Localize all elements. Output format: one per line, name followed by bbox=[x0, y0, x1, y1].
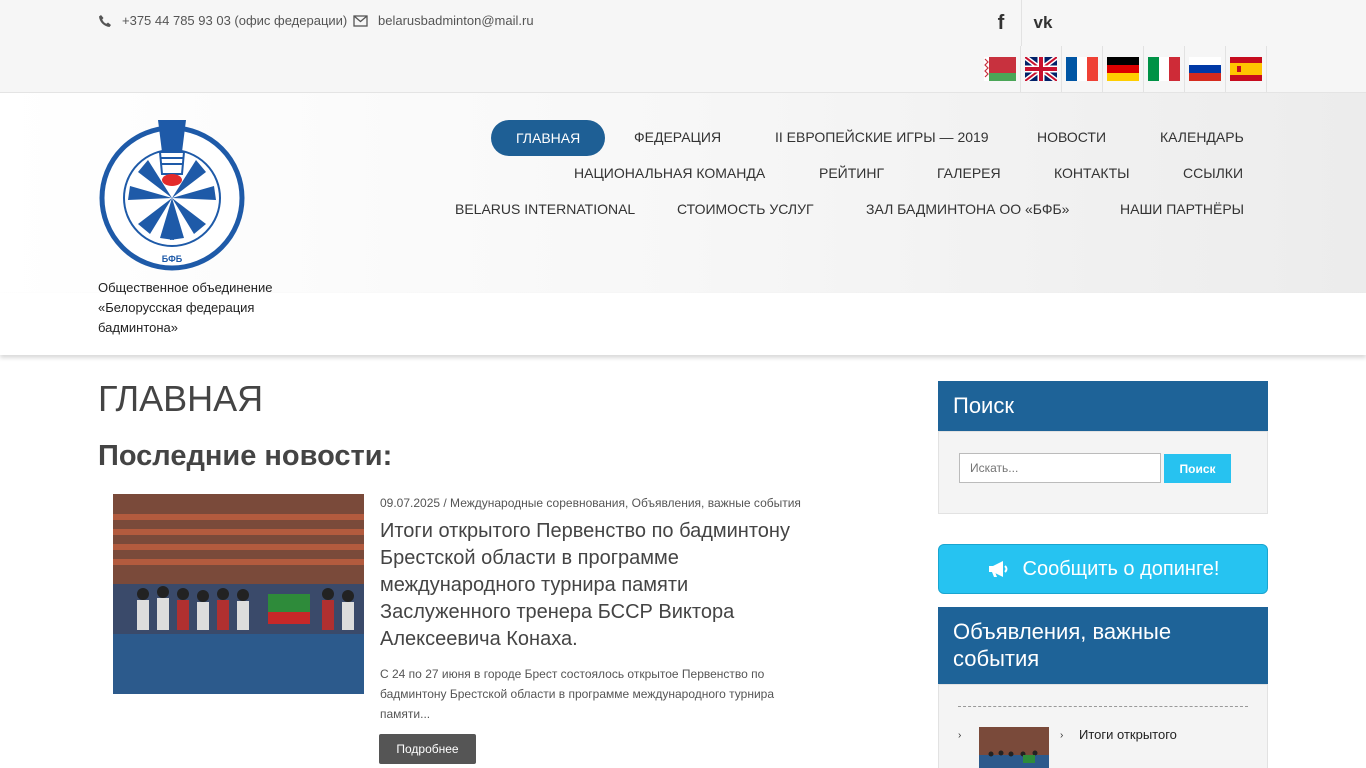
svg-text:БФБ: БФБ bbox=[162, 254, 183, 264]
latest-news-heading: Последние новости: bbox=[98, 440, 393, 472]
spain-flag-icon bbox=[1230, 57, 1262, 81]
federation-logo[interactable]: БФБ bbox=[98, 112, 246, 272]
russia-flag-icon bbox=[1189, 57, 1221, 81]
envelope-icon bbox=[353, 14, 368, 27]
nav-item-european-games[interactable]: II ЕВРОПЕЙСКИЕ ИГРЫ — 2019 bbox=[775, 119, 989, 155]
nav-item-home[interactable]: ГЛАВНАЯ bbox=[491, 120, 606, 156]
facebook-link[interactable]: f bbox=[980, 0, 1022, 46]
nav-item-belarus-international[interactable]: BELARUS INTERNATIONAL bbox=[455, 191, 635, 227]
lang-it[interactable] bbox=[1144, 46, 1185, 92]
nav-item-services-cost[interactable]: СТОИМОСТЬ УСЛУГ bbox=[677, 191, 814, 227]
france-flag-icon bbox=[1066, 57, 1098, 81]
report-doping-button[interactable]: Сообщить о допинге! bbox=[938, 544, 1268, 594]
announcement-link[interactable]: Итоги открытого bbox=[1079, 727, 1177, 742]
nav-item-national-team[interactable]: НАЦИОНАЛЬНАЯ КОМАНДА bbox=[574, 155, 765, 191]
announcement-thumbnail[interactable] bbox=[979, 727, 1049, 768]
nav-item-rating[interactable]: РЕЙТИНГ bbox=[819, 155, 884, 191]
report-doping-label: Сообщить о допинге! bbox=[1022, 557, 1220, 580]
chevron-right-icon: › bbox=[1060, 730, 1064, 741]
vk-icon: vk bbox=[1033, 13, 1053, 32]
search-input[interactable] bbox=[959, 453, 1161, 483]
nav-item-badminton-hall[interactable]: ЗАЛ БАДМИНТОНА ОО «БФБ» bbox=[866, 191, 1069, 227]
nav-item-links[interactable]: ССЫЛКИ bbox=[1183, 155, 1243, 191]
phone-number: +375 44 785 93 03 (офис федерации) bbox=[122, 13, 348, 28]
news-title-link[interactable]: Итоги открытого Первенство по бадминтону… bbox=[380, 518, 800, 653]
facebook-icon: f bbox=[997, 11, 1005, 34]
nav-item-gallery[interactable]: ГАЛЕРЕЯ bbox=[937, 155, 1001, 191]
search-widget-title: Поиск bbox=[938, 381, 1268, 431]
lang-de[interactable] bbox=[1103, 46, 1144, 92]
email-address: belarusbadminton@mail.ru bbox=[378, 13, 534, 28]
news-meta: 09.07.2025 / Международные соревнования,… bbox=[380, 496, 801, 510]
email-contact[interactable]: belarusbadminton@mail.ru bbox=[353, 13, 534, 28]
vk-link[interactable]: vk bbox=[1021, 0, 1064, 46]
belarus-flag-icon bbox=[984, 57, 1016, 81]
italy-flag-icon bbox=[1148, 57, 1180, 81]
lang-be[interactable] bbox=[980, 46, 1021, 92]
nav-item-news[interactable]: НОВОСТИ bbox=[1037, 119, 1106, 155]
lang-fr[interactable] bbox=[1062, 46, 1103, 92]
nav-item-contacts[interactable]: КОНТАКТЫ bbox=[1054, 155, 1130, 191]
chevron-right-icon: › bbox=[958, 730, 962, 741]
lang-es[interactable] bbox=[1226, 46, 1267, 92]
top-bar: +375 44 785 93 03 (офис федерации) belar… bbox=[0, 0, 1366, 93]
lang-ru[interactable] bbox=[1185, 46, 1226, 92]
nav-item-federation[interactable]: ФЕДЕРАЦИЯ bbox=[634, 119, 721, 155]
phone-icon bbox=[99, 14, 111, 27]
uk-flag-icon bbox=[1025, 57, 1057, 81]
nav-item-calendar[interactable]: КАЛЕНДАРЬ bbox=[1160, 119, 1244, 155]
germany-flag-icon bbox=[1107, 57, 1139, 81]
phone-contact[interactable]: +375 44 785 93 03 (офис федерации) bbox=[98, 13, 347, 28]
announcements-divider bbox=[958, 706, 1248, 707]
announcements-widget-title: Объявления, важные события bbox=[938, 607, 1268, 684]
news-thumbnail[interactable] bbox=[113, 494, 364, 694]
search-button[interactable]: Поиск bbox=[1164, 454, 1231, 483]
nav-item-partners[interactable]: НАШИ ПАРТНЁРЫ bbox=[1120, 191, 1244, 227]
news-excerpt: С 24 по 27 июня в городе Брест состоялос… bbox=[380, 667, 775, 721]
language-switcher bbox=[980, 46, 1267, 92]
organization-name: Общественное объединение «Белорусская фе… bbox=[98, 280, 273, 335]
read-more-button[interactable]: Подробнее bbox=[379, 734, 476, 764]
megaphone-icon bbox=[988, 561, 1008, 577]
lang-en[interactable] bbox=[1021, 46, 1062, 92]
page-title: ГЛАВНАЯ bbox=[98, 378, 264, 419]
